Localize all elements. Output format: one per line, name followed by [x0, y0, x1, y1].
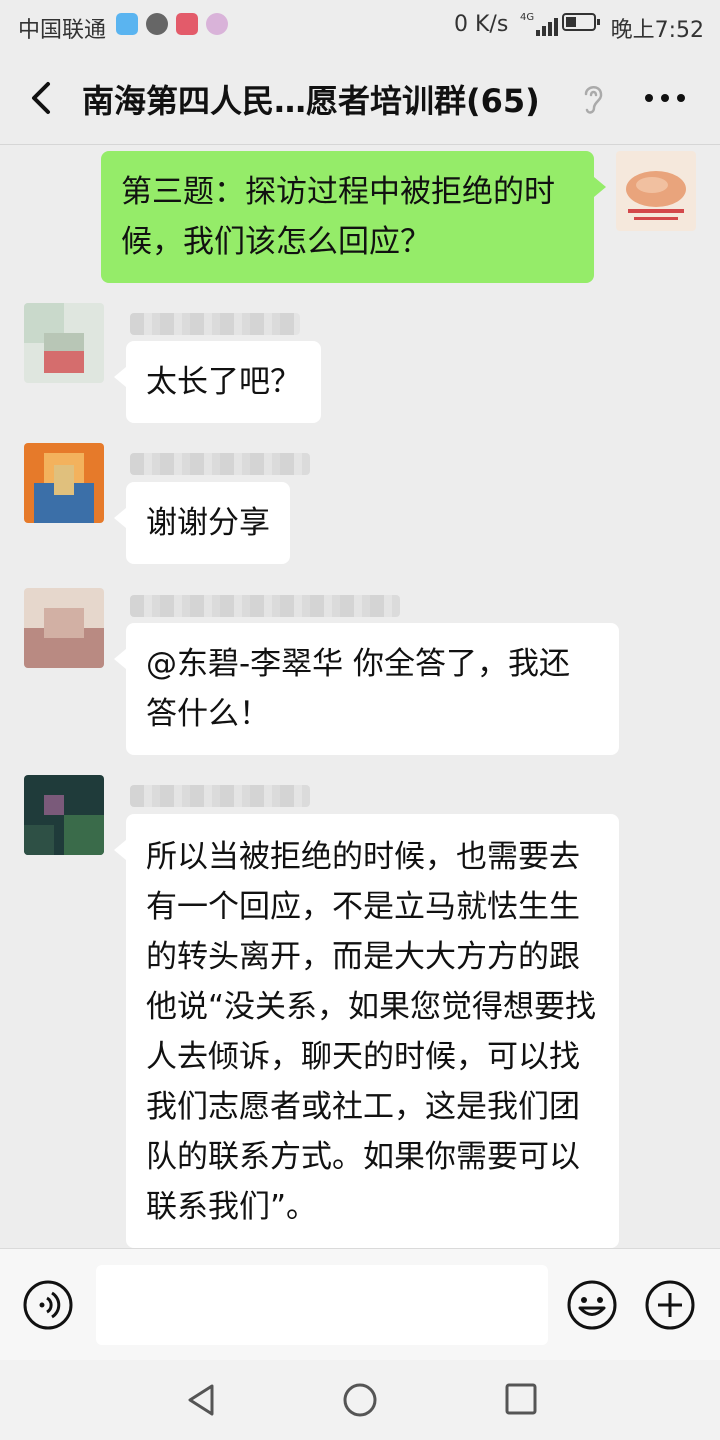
notification-icons	[116, 13, 228, 35]
network-type: 4G	[520, 12, 535, 23]
nav-recent-apps-icon[interactable]	[504, 1382, 538, 1416]
message-bubble[interactable]: 谢谢分享	[114, 482, 290, 564]
avatar[interactable]	[24, 775, 104, 855]
message-bubble[interactable]: @东碧-李翠华 你全答了，我还答什么！	[114, 623, 619, 755]
chat-header: 南海第四人民…愿者培训群(65)	[0, 50, 720, 145]
message-text: 谢谢分享	[146, 505, 270, 541]
message-input[interactable]	[96, 1265, 548, 1345]
voice-input-icon[interactable]	[22, 1279, 74, 1331]
sender-name	[130, 785, 310, 807]
message-bubble[interactable]: 第三题：探访过程中被拒绝的时候，我们该怎么回应？	[101, 151, 606, 283]
avatar[interactable]	[24, 588, 104, 668]
self-avatar[interactable]	[616, 151, 696, 231]
avatar[interactable]	[24, 303, 104, 383]
avatar[interactable]	[24, 443, 104, 523]
sender-name	[130, 595, 400, 617]
message-bubble[interactable]: 所以当被拒绝的时候，也需要去有一个回应，不是立马就怯生生的转头离开，而是大大方方…	[114, 814, 619, 1248]
back-button[interactable]	[24, 78, 60, 118]
message-text: @东碧-李翠华 你全答了，我还答什么！	[146, 646, 571, 732]
more-dots-icon[interactable]	[640, 80, 690, 116]
battery-icon	[562, 13, 600, 31]
app-badge-icon	[206, 13, 228, 35]
plus-circle-icon[interactable]	[644, 1279, 696, 1331]
message-notification-icon	[146, 13, 168, 35]
clock: 晚上7:52	[610, 18, 704, 43]
message-text: 太长了吧？	[146, 364, 301, 400]
network-speed: 0 K/s	[454, 12, 509, 37]
signal-icon: 4G	[520, 12, 559, 36]
message-bubble[interactable]: 太长了吧？	[114, 341, 321, 423]
input-bar	[0, 1248, 720, 1361]
message-text: 第三题：探访过程中被拒绝的时候，我们该怎么回应？	[121, 174, 555, 260]
chat-title: 南海第四人民…愿者培训群(65)	[82, 82, 540, 120]
nav-home-icon[interactable]	[342, 1382, 378, 1418]
ear-icon[interactable]	[578, 80, 608, 116]
system-nav-bar	[0, 1360, 720, 1440]
message-text: 所以当被拒绝的时候，也需要去有一个回应，不是立马就怯生生的转头离开，而是大大方方…	[146, 839, 597, 1225]
calendar-notification-icon	[176, 13, 198, 35]
sender-name	[130, 313, 300, 335]
carrier-label: 中国联通	[18, 18, 107, 43]
app-notification-icon	[116, 13, 138, 35]
nav-back-icon[interactable]	[184, 1382, 220, 1418]
status-bar: 中国联通 0 K/s 4G 晚上7:52	[0, 0, 720, 50]
emoji-icon[interactable]	[566, 1279, 618, 1331]
sender-name	[130, 453, 310, 475]
message-list[interactable]: 第三题：探访过程中被拒绝的时候，我们该怎么回应？ 太长了吧？ 谢谢分享 @东碧-…	[0, 145, 720, 1248]
